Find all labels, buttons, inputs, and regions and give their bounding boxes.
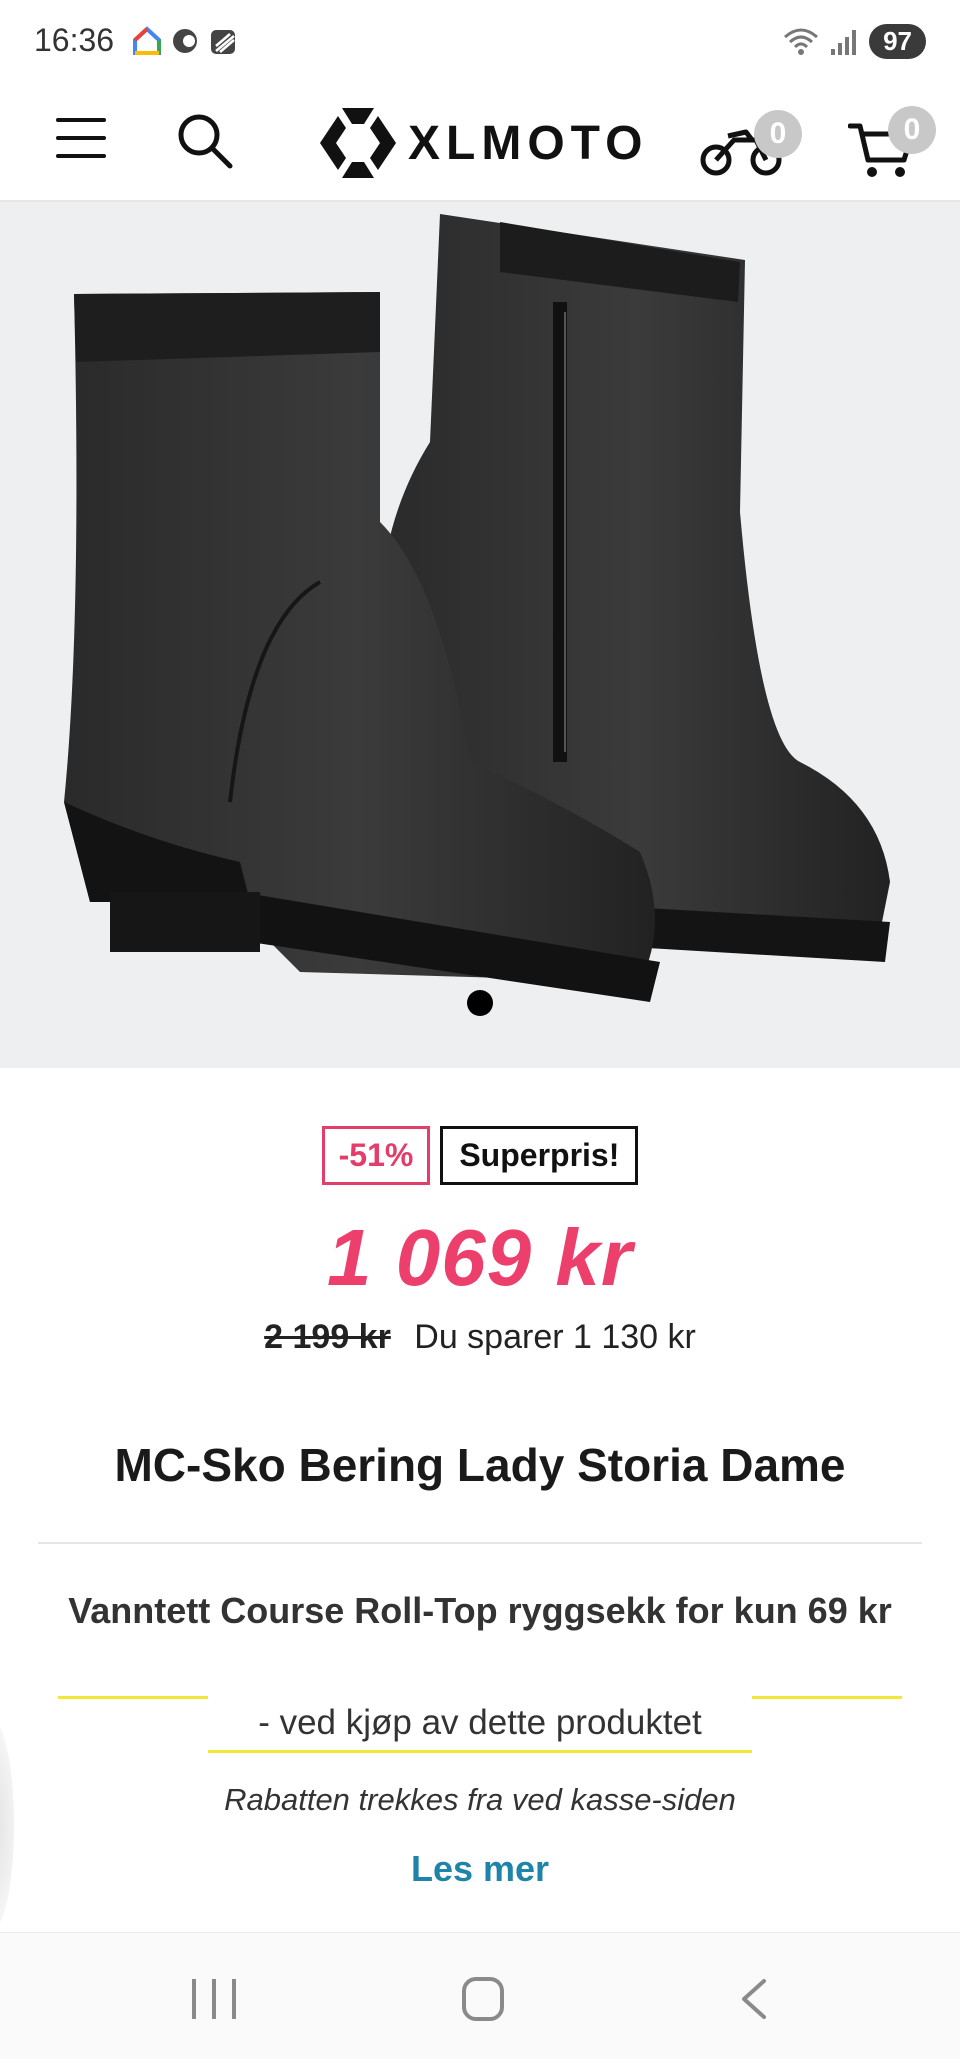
- garage-count-badge: 0: [754, 110, 802, 158]
- status-bar: 16:36 97: [0, 0, 960, 84]
- recent-apps-icon[interactable]: [192, 1979, 236, 2019]
- highlight-line-left: [58, 1696, 208, 1699]
- divider: [38, 1542, 922, 1544]
- read-more-link[interactable]: Les mer: [0, 1848, 960, 1890]
- logo-text: XLMOTO: [408, 116, 649, 170]
- highlight-line-right: [752, 1696, 902, 1699]
- garage-button[interactable]: 0: [700, 110, 802, 180]
- product-image-gallery[interactable]: [0, 202, 960, 1068]
- signal-icon: [831, 29, 857, 55]
- stack-icon: [211, 30, 235, 54]
- product-price: 1 069 kr: [326, 1213, 634, 1302]
- wifi-icon: [784, 28, 819, 55]
- system-status: 97: [783, 24, 926, 59]
- superpris-badge: Superpris!: [440, 1126, 639, 1185]
- back-icon[interactable]: [736, 1977, 770, 2021]
- cart-count-badge: 0: [888, 106, 936, 154]
- site-logo[interactable]: XLMOTO: [318, 106, 648, 180]
- old-price: 2 199 kr: [264, 1318, 391, 1356]
- product-badges: -51% Superpris!: [0, 1126, 960, 1185]
- product-image: [64, 214, 890, 1002]
- system-nav-bar: [0, 1932, 960, 2059]
- promo-subtitle: - ved kjøp av dette produktet: [208, 1696, 752, 1753]
- status-time: 16:36: [34, 22, 115, 58]
- edge-panel-handle[interactable]: [0, 1720, 14, 1930]
- notification-icons: [132, 26, 240, 56]
- savings-text: Du sparer 1 130 kr: [414, 1318, 696, 1356]
- discount-badge: -51%: [321, 1126, 431, 1185]
- home-icon[interactable]: [462, 1977, 504, 2021]
- google-home-icon: [133, 26, 161, 55]
- promo-title: Vanntett Course Roll-Top ryggsekk for ku…: [68, 1590, 892, 1631]
- menu-icon[interactable]: [56, 118, 106, 160]
- promo-subtitle-row: - ved kjøp av dette produktet: [58, 1696, 902, 1756]
- battery-indicator: 97: [869, 24, 926, 59]
- cart-button[interactable]: 0: [848, 106, 938, 180]
- carousel-dot-active[interactable]: [467, 990, 493, 1016]
- promo-note: Rabatten trekkes fra ved kasse-siden: [224, 1782, 736, 1817]
- site-header: XLMOTO 0 0: [0, 84, 960, 202]
- sync-icon: [173, 29, 197, 53]
- product-title: MC-Sko Bering Lady Storia Dame: [114, 1439, 846, 1491]
- search-icon[interactable]: [174, 110, 234, 170]
- savings-line: 2 199 kr Du sparer 1 130 kr: [0, 1318, 960, 1357]
- logo-mark-icon: [320, 108, 396, 178]
